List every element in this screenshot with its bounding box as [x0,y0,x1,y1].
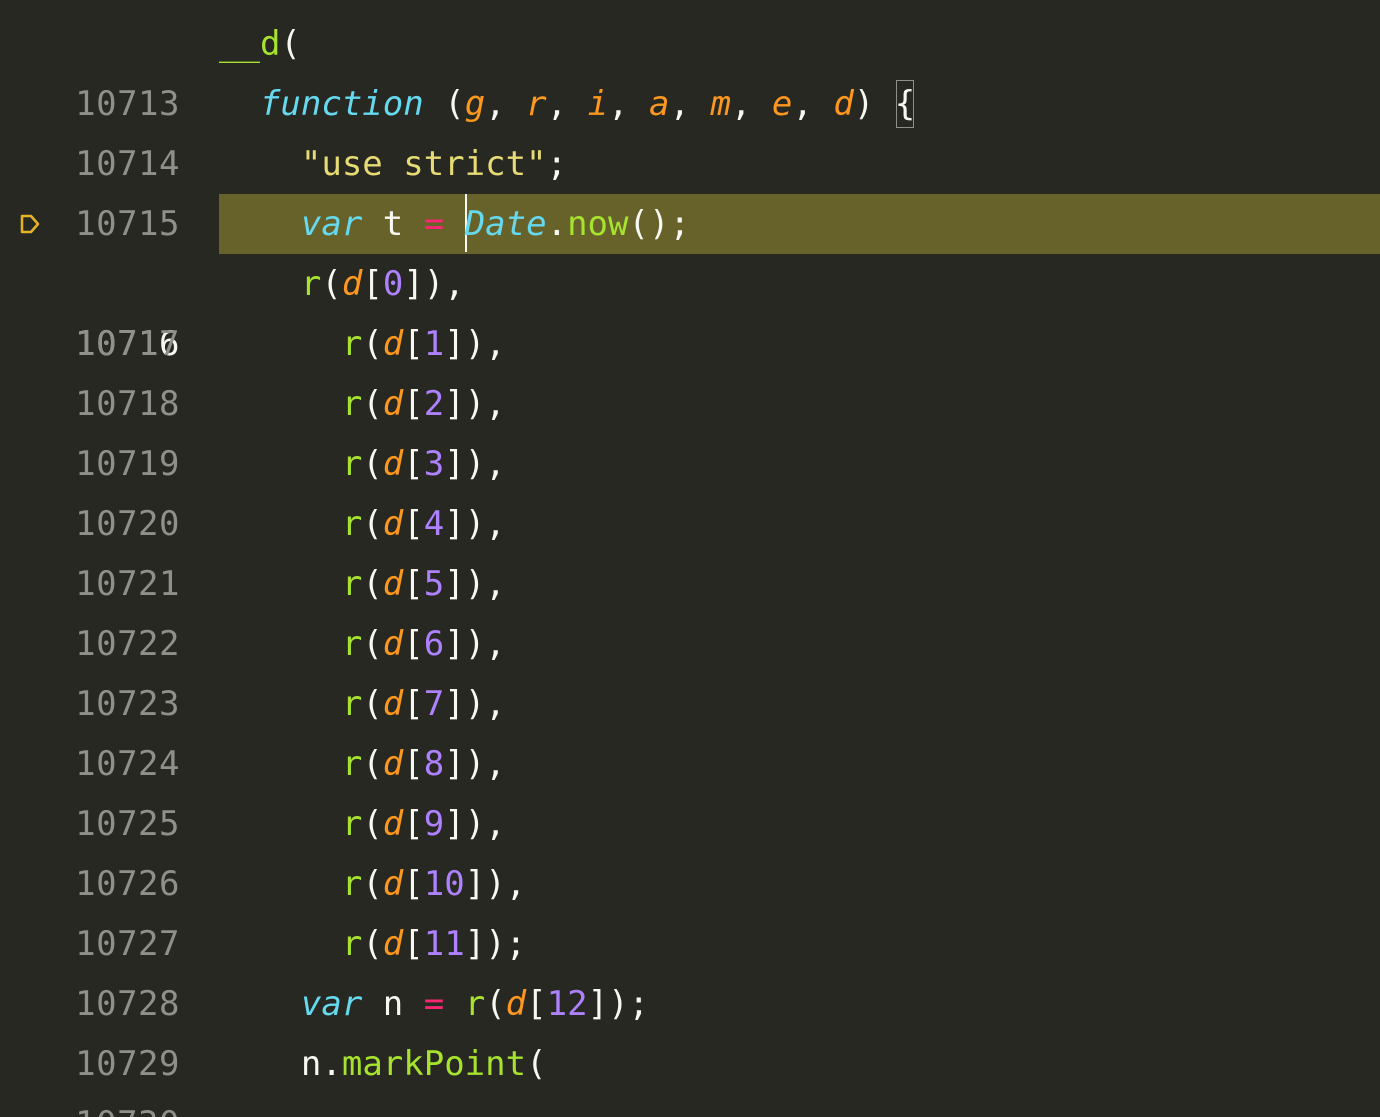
function-name: __d [219,24,281,64]
function-name: r [341,624,363,664]
code-line[interactable]: 10729 var n = r(d[12]); [0,974,1380,1084]
code-text[interactable]: var n = r(d[12]); [219,974,1380,1034]
code-line[interactable]: 10727 r(d[10]), [0,854,1380,964]
code-line[interactable]: 10721 r(d[4]), [0,494,1380,604]
keyword: var [300,204,363,244]
parameter: d [382,684,404,724]
parameter: d [382,864,404,904]
code-text[interactable]: r(d[0]), [219,254,1380,314]
number-literal: 2 [423,384,445,424]
punctuation: ( [280,24,301,64]
type-name: Date [464,204,547,244]
matching-brace: { [895,79,915,129]
code-line[interactable]: 10722 r(d[5]), [0,554,1380,664]
function-name: r [464,984,486,1024]
code-line[interactable]: 10720 r(d[3]), [0,434,1380,544]
code-line[interactable]: 10724 r(d[7]), [0,674,1380,784]
line-number[interactable]: 10730 [0,1094,180,1117]
number-literal: 3 [423,444,445,484]
parameter: a [649,84,670,124]
function-name: r [341,924,363,964]
parameter: d [382,804,404,844]
parameter: m [710,84,731,124]
code-line-current[interactable]: 10716 var t = Date.now(); [0,194,1380,364]
punctuation: ( [444,84,465,124]
parameter: i [587,84,609,124]
function-name: r [341,804,363,844]
function-name: r [341,564,363,604]
number-literal: 1 [423,324,445,364]
keyword: var [300,984,363,1024]
parameter: d [382,384,404,424]
code-text[interactable]: r(d[6]), [219,614,1380,674]
parameter: e [771,84,793,124]
code-text[interactable]: n.markPoint( [219,1034,1380,1094]
parameter: d [382,744,404,784]
code-editor[interactable]: 10713 __d( 10714 function (g, r, i, a, m… [0,0,1380,1117]
code-text[interactable]: r(d[11]); [219,914,1380,974]
function-name: r [300,264,322,304]
code-line[interactable]: 10726 r(d[9]), [0,794,1380,904]
code-text[interactable]: function (g, r, i, a, m, e, d) { [219,74,1380,134]
identifier: n [300,1044,322,1084]
number-literal: 12 [546,984,588,1024]
code-text[interactable]: r(d[4]), [219,494,1380,554]
code-text[interactable]: var t = Date.now(); [219,194,1380,254]
parameter: d [833,84,854,124]
number-literal: 11 [423,924,465,964]
parameter: d [382,624,404,664]
parameter: d [382,444,404,484]
code-line[interactable]: 10714 function (g, r, i, a, m, e, d) { [0,74,1380,184]
function-name: r [341,324,363,364]
code-text[interactable]: "use strict"; [219,134,1380,194]
number-literal: 9 [423,804,445,844]
code-text[interactable]: r(d[8]), [219,734,1380,794]
parameter: r [526,84,547,124]
function-name: r [341,744,363,784]
parameter: d [382,324,404,364]
code-text[interactable]: r(d[10]), [219,854,1380,914]
code-line[interactable]: 10723 r(d[6]), [0,614,1380,724]
function-name: r [341,504,363,544]
operator: = [423,204,445,244]
number-literal: 0 [382,264,404,304]
code-text[interactable]: r(d[5]), [219,554,1380,614]
code-line[interactable]: 10719 r(d[2]), [0,374,1380,484]
code-line[interactable]: 10730 n.markPoint( [0,1034,1380,1117]
number-literal: 4 [423,504,445,544]
code-line[interactable]: 10713 __d( [0,14,1380,124]
number-literal: 7 [423,684,445,724]
keyword: function [259,84,424,124]
number-literal: 10 [423,864,465,904]
breakpoint-paused-icon[interactable] [16,194,44,254]
code-text[interactable]: r(d[2]), [219,374,1380,434]
code-text[interactable]: r(d[1]), [219,314,1380,374]
number-literal: 6 [423,624,445,664]
function-name: r [341,684,363,724]
function-name: r [341,864,363,904]
operator: = [423,984,445,1024]
code-text[interactable]: r(d[3]), [219,434,1380,494]
function-name: r [341,444,363,484]
code-text[interactable]: r(d[9]), [219,794,1380,854]
parameter: d [505,984,527,1024]
parameter: d [341,264,363,304]
code-line[interactable]: 10715 "use strict"; [0,134,1380,244]
function-name: markPoint [341,1044,527,1084]
string-literal: "use strict" [300,144,547,184]
code-text[interactable]: __d( [219,14,1380,74]
parameter: d [382,924,404,964]
parameter: d [382,564,404,604]
number-literal: 5 [423,564,445,604]
code-line[interactable]: 10728 r(d[11]); [0,914,1380,1024]
function-name: now [567,204,629,244]
code-line[interactable]: 10717 r(d[0]), [0,254,1380,364]
code-line[interactable]: 10718 r(d[1]), [0,314,1380,424]
code-line[interactable]: 10725 r(d[8]), [0,734,1380,844]
function-name: r [341,384,363,424]
parameter: d [382,504,404,544]
parameter: g [464,84,486,124]
code-text[interactable]: r(d[7]), [219,674,1380,734]
number-literal: 8 [423,744,445,784]
